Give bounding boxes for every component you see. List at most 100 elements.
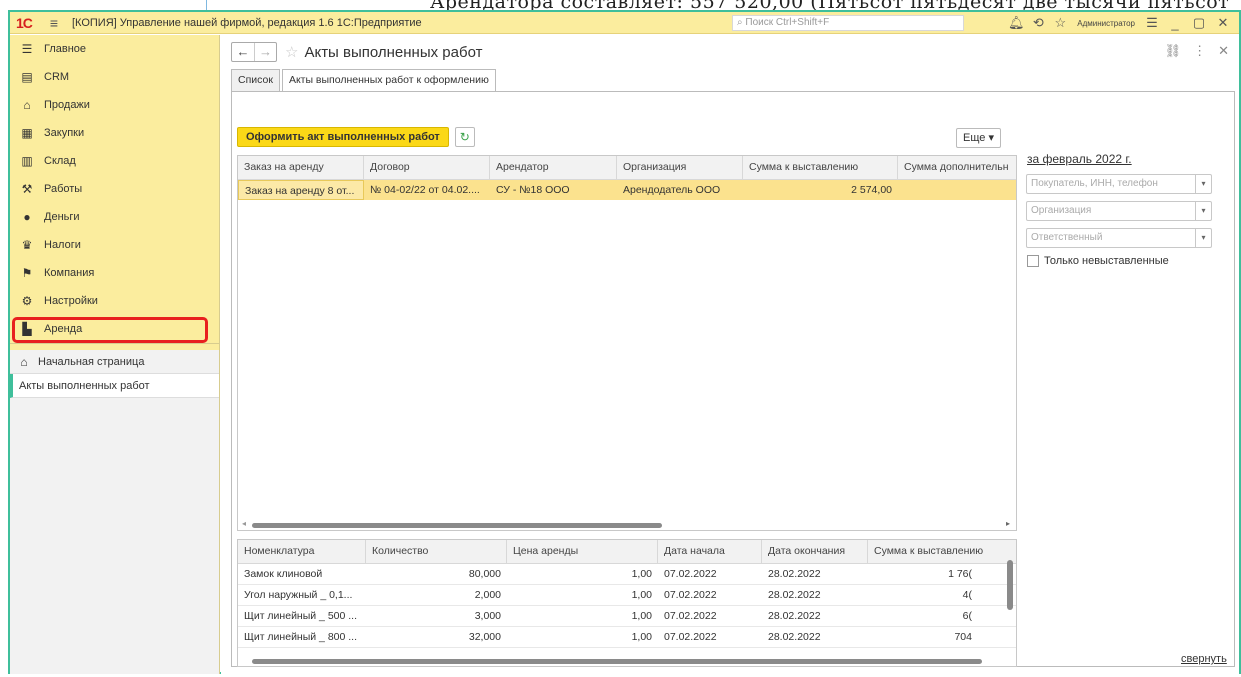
- table-cell: Арендодатель ООО: [623, 184, 721, 196]
- sales-icon: ⌂: [23, 98, 31, 112]
- background-document-strip: Арендатора составляет: 557 520,00 (Пятьс…: [0, 0, 1241, 10]
- sidebar-item-label: Компания: [44, 267, 95, 279]
- table-row[interactable]: Щит линейный _ 800 ... 32,000 1,00 07.02…: [238, 627, 1016, 648]
- column-header[interactable]: Дата начала: [658, 540, 762, 563]
- organization-filter-field[interactable]: Организация ▾: [1026, 201, 1212, 221]
- bell-icon[interactable]: 🔔︎: [1005, 15, 1027, 31]
- column-header[interactable]: Договор: [364, 156, 490, 179]
- warehouse-icon: ▥: [21, 154, 33, 168]
- column-header[interactable]: Заказ на аренду: [238, 156, 364, 179]
- table-cell: 28.02.2022: [768, 589, 821, 601]
- history-icon[interactable]: ⟲: [1027, 15, 1049, 31]
- table-row[interactable]: Щит линейный _ 500 ... 3,000 1,00 07.02.…: [238, 606, 1016, 627]
- table-row[interactable]: Заказ на аренду 8 от... № 04-02/22 от 04…: [238, 180, 1016, 200]
- home-page-link[interactable]: ⌂ Начальная страница: [10, 350, 219, 374]
- sidebar-item-purchases[interactable]: ▦ Закупки: [10, 119, 219, 147]
- close-icon[interactable]: ✕: [1211, 15, 1235, 31]
- sidebar-item-label: Налоги: [44, 239, 81, 251]
- open-form-tab[interactable]: Акты выполненных работ: [10, 374, 219, 398]
- table-row[interactable]: Замок клиновой 80,000 1,00 07.02.2022 28…: [238, 564, 1016, 585]
- more-actions-icon[interactable]: ⋮: [1193, 43, 1206, 59]
- sidebar-item-label: CRM: [44, 71, 70, 83]
- column-header[interactable]: Цена аренды: [507, 540, 658, 563]
- gear-icon: ⚙: [21, 294, 33, 308]
- close-form-icon[interactable]: ✕: [1218, 43, 1229, 59]
- table-header: Номенклатура Количество Цена аренды Дата…: [238, 540, 1016, 564]
- more-button[interactable]: Еще ▾: [956, 128, 1001, 148]
- table-cell: 1,00: [631, 610, 652, 622]
- tab-acts-to-create[interactable]: Акты выполненных работ к оформлению: [281, 69, 496, 92]
- tab-list[interactable]: Список: [231, 69, 280, 91]
- column-header[interactable]: Организация: [617, 156, 743, 179]
- table-cell: 28.02.2022: [768, 610, 821, 622]
- sidebar-item-company[interactable]: ⚑ Компания: [10, 259, 219, 287]
- collapse-link[interactable]: свернуть: [1181, 653, 1227, 665]
- table-cell: СУ - №18 ООО: [496, 184, 570, 196]
- forward-arrow-icon[interactable]: →: [254, 43, 276, 61]
- checkbox-box[interactable]: [1027, 255, 1039, 267]
- main-menu-icon[interactable]: ≡: [44, 15, 64, 31]
- window-title: [КОПИЯ] Управление нашей фирмой, редакци…: [72, 16, 422, 29]
- sidebar-item-warehouse[interactable]: ▥ Склад: [10, 147, 219, 175]
- navigation-buttons: ← →: [231, 42, 277, 62]
- chevron-down-icon[interactable]: ▾: [1195, 175, 1211, 193]
- favorite-star-icon[interactable]: ☆: [285, 43, 298, 61]
- responsible-filter-field[interactable]: Ответственный ▾: [1026, 228, 1212, 248]
- column-header[interactable]: Сумма дополнительн: [898, 156, 1016, 179]
- only-unbilled-checkbox[interactable]: Только невыставленные: [1027, 255, 1169, 267]
- table-cell: 80,000: [468, 568, 501, 580]
- table-cell: 28.02.2022: [768, 568, 821, 580]
- crm-icon: ▤: [21, 70, 33, 84]
- sidebar-item-money[interactable]: ● Деньги: [10, 203, 219, 231]
- scroll-thumb[interactable]: [1007, 560, 1013, 610]
- sidebar-item-rent[interactable]: ▙ Аренда: [10, 315, 219, 343]
- refresh-icon[interactable]: ↻: [454, 127, 475, 147]
- table-cell: 07.02.2022: [664, 568, 717, 580]
- chevron-down-icon[interactable]: ▾: [1195, 202, 1211, 220]
- column-header[interactable]: Сумма к выставлению: [743, 156, 898, 179]
- table-cell: Заказ на аренду 8 от...: [238, 180, 364, 200]
- column-header[interactable]: Номенклатура: [238, 540, 366, 563]
- link-icon[interactable]: ⛓: [1165, 43, 1182, 59]
- sidebar-item-main[interactable]: ☰ Главное: [10, 35, 219, 63]
- sidebar-item-label: Главное: [44, 43, 87, 55]
- form-header: ← → ☆ Акты выполненных работ: [231, 41, 482, 63]
- current-user[interactable]: Администратор: [1071, 19, 1141, 28]
- items-table: Номенклатура Количество Цена аренды Дата…: [237, 539, 1017, 667]
- favorites-star-icon[interactable]: ☆: [1049, 15, 1071, 31]
- column-header[interactable]: Дата окончания: [762, 540, 868, 563]
- settings-menu-icon[interactable]: ☰: [1141, 15, 1163, 31]
- create-act-button[interactable]: Оформить акт выполненных работ: [237, 127, 449, 147]
- checkbox-label: Только невыставленные: [1044, 255, 1169, 267]
- column-header[interactable]: Количество: [366, 540, 507, 563]
- table-cell: 704: [954, 631, 972, 643]
- sidebar-item-taxes[interactable]: ♛ Налоги: [10, 231, 219, 259]
- sidebar-item-crm[interactable]: ▤ CRM: [10, 63, 219, 91]
- chevron-down-icon[interactable]: ▾: [1195, 229, 1211, 247]
- column-header[interactable]: Сумма к выставлению: [868, 540, 988, 563]
- maximize-icon[interactable]: ▢: [1187, 15, 1211, 31]
- highlight-annotation: [12, 317, 208, 343]
- minimize-icon[interactable]: _: [1163, 16, 1187, 31]
- horizontal-scrollbar[interactable]: ◂ ▸: [238, 519, 1016, 530]
- responsible-filter-placeholder: Ответственный: [1031, 232, 1103, 243]
- global-search-input[interactable]: ⌕ Поиск Ctrl+Shift+F: [732, 15, 964, 31]
- table-cell: 28.02.2022: [768, 631, 821, 643]
- sidebar-item-sales[interactable]: ⌂ Продажи: [10, 91, 219, 119]
- scroll-right-icon[interactable]: ▸: [1006, 519, 1010, 528]
- orders-table: Заказ на аренду Договор Арендатор Органи…: [237, 155, 1017, 531]
- table-row[interactable]: Угол наружный _ 0,1... 2,000 1,00 07.02.…: [238, 585, 1016, 606]
- period-link[interactable]: за февраль 2022 г.: [1027, 152, 1132, 166]
- back-arrow-icon[interactable]: ←: [232, 43, 254, 61]
- vertical-scrollbar[interactable]: [1006, 544, 1014, 656]
- sidebar-item-works[interactable]: ⚒ Работы: [10, 175, 219, 203]
- buyer-filter-field[interactable]: Покупатель, ИНН, телефон ▾: [1026, 174, 1212, 194]
- scroll-thumb[interactable]: [252, 523, 662, 528]
- app-window: 1С ≡ [КОПИЯ] Управление нашей фирмой, ре…: [8, 10, 1241, 674]
- table-header: Заказ на аренду Договор Арендатор Органи…: [238, 156, 1016, 180]
- horizontal-scrollbar[interactable]: [238, 656, 1016, 666]
- scroll-left-icon[interactable]: ◂: [242, 519, 246, 528]
- sidebar-item-settings[interactable]: ⚙ Настройки: [10, 287, 219, 315]
- scroll-thumb[interactable]: [252, 659, 982, 664]
- column-header[interactable]: Арендатор: [490, 156, 617, 179]
